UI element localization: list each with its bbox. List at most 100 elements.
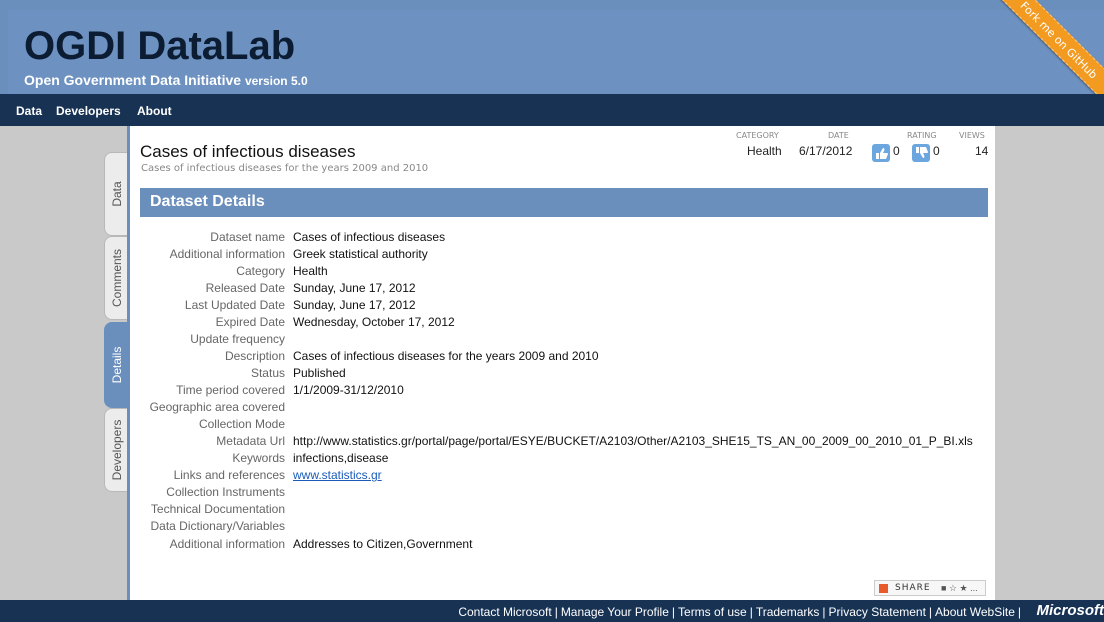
detail-label: Description [224, 349, 285, 363]
rating-label: RATING [907, 131, 937, 140]
detail-row: Additional information Greek statistical… [140, 247, 988, 264]
detail-label: Released Date [205, 281, 285, 295]
footer-separator: | [822, 605, 826, 619]
details-heading: Dataset Details [150, 193, 265, 210]
thumbs-down-icon[interactable] [912, 144, 930, 162]
detail-value: Addresses to Citizen,Government [293, 537, 473, 551]
thumbs-up-icon[interactable] [872, 144, 890, 162]
statistics-link[interactable]: www.statistics.gr [293, 468, 382, 482]
tab-comments-label: Comments [109, 248, 124, 308]
detail-row: Category Health [140, 264, 988, 281]
site-title[interactable]: OGDI DataLab [24, 22, 295, 70]
nav-about[interactable]: About [137, 104, 172, 118]
site-subtitle: Open Government Data Initiative version … [24, 72, 308, 88]
detail-label: Links and references [173, 468, 285, 482]
views-label: VIEWS [959, 131, 985, 140]
detail-label: Update frequency [190, 332, 285, 346]
microsoft-logo[interactable]: Microsoft [1037, 602, 1104, 619]
footer-privacy-link[interactable]: Privacy Statement [829, 605, 926, 619]
category-label: CATEGORY [736, 131, 779, 140]
detail-label: Additional information [169, 537, 285, 551]
detail-value: Cases of infectious diseases for the yea… [293, 349, 599, 363]
detail-label: Metadata Url [216, 434, 285, 448]
nav-data[interactable]: Data [16, 104, 42, 118]
detail-value: Sunday, June 17, 2012 [293, 298, 416, 312]
detail-row: Data Dictionary/Variables [140, 519, 988, 536]
site-header: OGDI DataLab Open Government Data Initia… [0, 0, 1104, 94]
detail-value: Sunday, June 17, 2012 [293, 281, 416, 295]
footer-terms-link[interactable]: Terms of use [678, 605, 747, 619]
detail-label: Additional information [169, 247, 285, 261]
detail-label: Last Updated Date [184, 298, 285, 312]
detail-row: Technical Documentation [140, 502, 988, 519]
fork-on-github-ribbon[interactable]: Fork me on GitHub [990, 0, 1104, 94]
header-banner: OGDI DataLab Open Government Data Initia… [8, 10, 1104, 94]
site-footer: Contact Microsoft | Manage Your Profile | Te… [0, 600, 1104, 622]
nav-developers[interactable]: Developers [56, 104, 121, 118]
site-version: version 5.0 [244, 74, 308, 88]
detail-row: Last Updated Date Sunday, June 17, 2012 [140, 298, 988, 315]
footer-links: Contact Microsoft | Manage Your Profile | Te… [458, 605, 1024, 619]
detail-label: Status [250, 366, 285, 380]
detail-row: Expired Date Wednesday, October 17, 2012 [140, 315, 988, 332]
detail-value: infections,disease [293, 451, 389, 465]
detail-label: Category [236, 264, 285, 278]
footer-separator: | [928, 605, 933, 619]
views-value: 14 [975, 144, 989, 158]
detail-label: Data Dictionary/Variables [150, 519, 285, 533]
share-label: SHARE [895, 583, 931, 593]
detail-value: Greek statistical authority [293, 247, 428, 261]
dataset-title: Cases of infectious diseases [140, 142, 356, 161]
detail-value: Health [293, 264, 328, 278]
tab-data[interactable]: Data [104, 152, 128, 236]
detail-label: Collection Instruments [166, 485, 285, 499]
detail-value: www.statistics.gr [293, 468, 382, 482]
tab-details-label: Details [109, 346, 124, 384]
details-section-header: Dataset Details [140, 188, 988, 217]
detail-label: Expired Date [215, 315, 285, 329]
footer-contact-link[interactable]: Contact Microsoft [458, 605, 551, 619]
detail-value: Cases of infectious diseases [293, 230, 446, 244]
category-value: Health [747, 144, 782, 158]
tab-developers[interactable]: Developers [104, 408, 128, 492]
detail-value: 1/1/2009-31/12/2010 [293, 383, 404, 397]
detail-row: Time period covered 1/1/2009-31/12/2010 [140, 383, 988, 400]
footer-separator: | [749, 605, 753, 619]
detail-row: Description Cases of infectious diseases… [140, 349, 988, 366]
detail-value: Published [293, 366, 346, 380]
footer-profile-link[interactable]: Manage Your Profile [561, 605, 669, 619]
dataset-panel: Cases of infectious diseases Cases of in… [127, 126, 995, 600]
tab-developers-label: Developers [109, 419, 124, 481]
tab-details[interactable]: Details [104, 322, 128, 408]
site-subtitle-text: Open Government Data Initiative [24, 72, 242, 88]
detail-row: Links and references www.statistics.gr [140, 468, 988, 485]
share-button[interactable]: SHARE ■ ☆ ★ ... [874, 580, 986, 596]
detail-value: Wednesday, October 17, 2012 [293, 315, 455, 329]
main-nav: Data Developers About [0, 94, 1104, 126]
rating-up-count: 0 [893, 144, 900, 158]
footer-separator: | [1017, 605, 1021, 619]
share-services-icons: ■ ☆ ★ ... [941, 583, 978, 593]
footer-trademarks-link[interactable]: Trademarks [756, 605, 820, 619]
date-label: DATE [828, 131, 849, 140]
detail-label: Technical Documentation [150, 502, 285, 516]
tab-data-label: Data [109, 181, 124, 207]
detail-row: Update frequency [140, 332, 988, 349]
detail-row: Collection Mode [140, 417, 988, 434]
detail-row: Metadata Url http://www.statistics.gr/po… [140, 434, 988, 451]
detail-row: Geographic area covered [140, 400, 988, 417]
footer-separator: | [554, 605, 558, 619]
footer-about-link[interactable]: About WebSite [935, 605, 1015, 619]
detail-label: Collection Mode [198, 417, 285, 431]
footer-separator: | [671, 605, 676, 619]
detail-label: Dataset name [210, 230, 285, 244]
fork-ribbon-wrap: Fork me on GitHub [984, 0, 1104, 94]
tab-comments[interactable]: Comments [104, 236, 128, 320]
detail-row: Released Date Sunday, June 17, 2012 [140, 281, 988, 298]
detail-row: Collection Instruments [140, 485, 988, 502]
detail-label: Geographic area covered [149, 400, 285, 414]
detail-label: Time period covered [176, 383, 285, 397]
detail-row: Keywords infections,disease [140, 451, 988, 468]
detail-row: Dataset name Cases of infectious disease… [140, 230, 988, 247]
rating-down-count: 0 [933, 144, 940, 158]
